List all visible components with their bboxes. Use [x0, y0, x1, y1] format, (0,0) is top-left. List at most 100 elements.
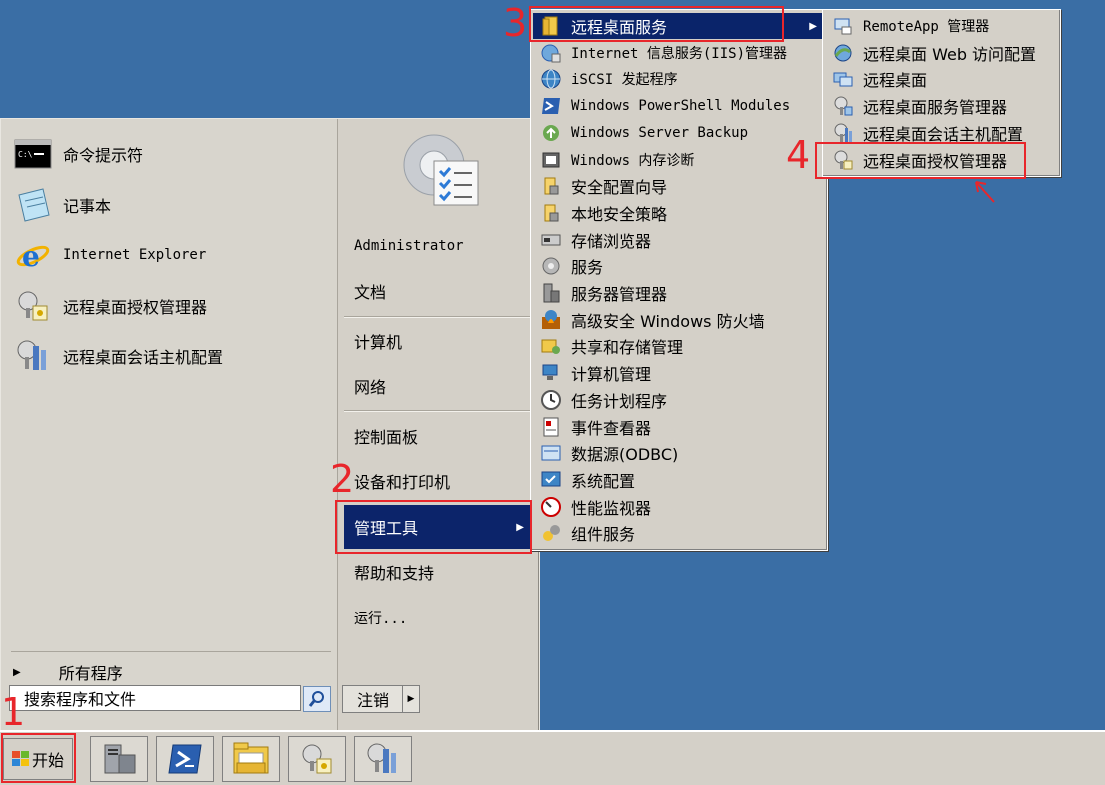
- svg-text:e: e: [22, 240, 40, 273]
- admin-tools-item-label: 本地安全策略: [571, 204, 668, 224]
- admin-tools-item[interactable]: Windows PowerShell Modules: [533, 93, 825, 119]
- logoff-label: 注销: [356, 691, 389, 710]
- rds-menu-item[interactable]: 远程桌面 Web 访问配置: [825, 40, 1058, 66]
- network-link[interactable]: 网络: [354, 369, 386, 403]
- admin-tools-item-label: 系统配置: [571, 471, 636, 491]
- rds-menu-item-label: 远程桌面: [863, 71, 928, 91]
- rds-menu-item-label: RemoteApp 管理器: [863, 19, 990, 35]
- admin-tools-item-label: Internet 信息服务(IIS)管理器: [571, 45, 788, 62]
- pinned-item-label: 命令提示符: [63, 146, 144, 165]
- admin-tools-item-label: 任务计划程序: [571, 391, 668, 411]
- admin-tools-item[interactable]: 服务: [533, 253, 825, 279]
- annotation-step-2: 2: [330, 457, 355, 501]
- admin-tools-item[interactable]: 服务器管理器: [533, 280, 825, 306]
- help-support-link[interactable]: 帮助和支持: [354, 555, 434, 589]
- rds-menu-item[interactable]: RemoteApp 管理器: [825, 13, 1058, 39]
- odbc-icon: [539, 441, 563, 465]
- component-icon: [539, 521, 563, 545]
- start-menu: C:\ 命令提示符 记事本 e Internet Explorer 远程桌面授权…: [0, 118, 540, 732]
- server-manager-icon: [104, 744, 136, 774]
- taskbar-license-manager[interactable]: [288, 736, 346, 782]
- admin-tools-item-label: Windows Server Backup: [571, 124, 749, 141]
- iis-icon: [539, 41, 563, 65]
- all-programs-label: 所有程序: [58, 664, 123, 683]
- memory-icon: [539, 148, 563, 172]
- admin-tools-submenu: 远程桌面服务 ▶ Internet 信息服务(IIS)管理器 iSCSI 发起程序 Wi…: [530, 9, 828, 551]
- devices-printers-link[interactable]: 设备和打印机: [354, 464, 450, 498]
- ie-icon: e: [13, 235, 53, 275]
- search-input[interactable]: 搜索程序和文件: [9, 685, 301, 711]
- session-host-config-icon: [367, 743, 396, 773]
- rds-menu-item-label: 远程桌面服务管理器: [863, 98, 1008, 118]
- admin-tools-item-label: 共享和存储管理: [571, 338, 684, 358]
- powershell-icon: [168, 744, 202, 774]
- pinned-item-ie[interactable]: e Internet Explorer: [13, 233, 331, 277]
- rds-menu-item[interactable]: 远程桌面: [825, 66, 1058, 92]
- search-button[interactable]: [303, 686, 331, 712]
- annotation-step-3: 3: [503, 1, 528, 45]
- pinned-item-license-manager[interactable]: 远程桌面授权管理器: [13, 284, 331, 328]
- admin-tools-item[interactable]: 数据源(ODBC): [533, 440, 825, 466]
- taskbar-powershell[interactable]: [156, 736, 214, 782]
- search-icon: [308, 691, 324, 707]
- powershell-icon: [539, 94, 563, 118]
- admin-tools-item-label: 安全配置向导: [571, 178, 668, 198]
- run-link[interactable]: 运行...: [354, 601, 407, 635]
- admin-tools-item-label: 组件服务: [571, 525, 636, 545]
- admin-tools-item[interactable]: 任务计划程序: [533, 387, 825, 413]
- annotation-step-1: 1: [1, 690, 26, 734]
- pinned-item-label: 远程桌面会话主机配置: [63, 348, 224, 367]
- pinned-item-label: 远程桌面授权管理器: [63, 298, 208, 317]
- pinned-item-label: Internet Explorer: [63, 247, 207, 263]
- rds-menu-item[interactable]: 远程桌面服务管理器: [825, 93, 1058, 119]
- rds-menu-item-label: 远程桌面 Web 访问配置: [863, 44, 1037, 64]
- admin-tools-item[interactable]: 共享和存储管理: [533, 333, 825, 359]
- explorer-icon: [233, 742, 269, 774]
- annotation-step-4: 4: [786, 133, 811, 177]
- admin-tools-item[interactable]: 高级安全 Windows 防火墙: [533, 307, 825, 333]
- admin-tools-item[interactable]: 系统配置: [533, 467, 825, 493]
- computer-link[interactable]: 计算机: [354, 324, 402, 358]
- pinned-item-notepad[interactable]: 记事本: [13, 183, 331, 227]
- session-host-config-icon: [13, 336, 53, 376]
- share-icon: [539, 334, 563, 358]
- pinned-item-label: 记事本: [63, 197, 112, 216]
- documents-link[interactable]: 文档: [354, 274, 386, 308]
- user-folder-link[interactable]: Administrator: [354, 229, 464, 263]
- pinned-item-cmd[interactable]: C:\ 命令提示符: [13, 132, 331, 176]
- admin-tools-item[interactable]: 性能监视器: [533, 494, 825, 520]
- admin-tools-item[interactable]: 本地安全策略: [533, 200, 825, 226]
- firewall-icon: [539, 308, 563, 332]
- logoff-button[interactable]: 注销: [342, 685, 404, 713]
- services-icon: [539, 254, 563, 278]
- admin-tools-item[interactable]: 计算机管理: [533, 360, 825, 386]
- taskbar-session-host-config[interactable]: [354, 736, 412, 782]
- admin-tools-item[interactable]: 组件服务: [533, 520, 825, 546]
- admin-tools-item[interactable]: iSCSI 发起程序: [533, 66, 825, 92]
- admin-tools-item[interactable]: 安全配置向导: [533, 173, 825, 199]
- admin-tools-item-label: 事件查看器: [571, 418, 652, 438]
- control-panel-link[interactable]: 控制面板: [354, 419, 418, 453]
- admin-tools-item[interactable]: 存储浏览器: [533, 227, 825, 253]
- taskbar-server-manager[interactable]: [90, 736, 148, 782]
- notepad-icon: [13, 185, 53, 225]
- admin-tools-item[interactable]: Windows Server Backup: [533, 120, 825, 146]
- annotation-pointer-arrow: [975, 181, 995, 203]
- security-wizard-icon: [539, 174, 563, 198]
- admin-tools-item[interactable]: Windows 内存诊断: [533, 147, 825, 173]
- taskbar-explorer[interactable]: [222, 736, 280, 782]
- annotation-box-rds-folder: [529, 6, 784, 42]
- computer-management-icon: [539, 361, 563, 385]
- shutdown-options-button[interactable]: ▶: [402, 685, 420, 713]
- annotation-box-admin-tools: [335, 500, 532, 554]
- annotation-box-license-manager: [815, 142, 1026, 179]
- admin-tools-item-label: 存储浏览器: [571, 231, 652, 251]
- admin-tools-item-label: Windows PowerShell Modules: [571, 98, 791, 115]
- admin-tools-item[interactable]: Internet 信息服务(IIS)管理器: [533, 40, 825, 66]
- web-access-icon: [831, 41, 855, 65]
- search-placeholder: 搜索程序和文件: [24, 690, 137, 709]
- clock-icon: [539, 388, 563, 412]
- admin-tools-item[interactable]: 事件查看器: [533, 414, 825, 440]
- pinned-item-session-host-config[interactable]: 远程桌面会话主机配置: [13, 334, 331, 378]
- license-manager-icon: [13, 286, 53, 326]
